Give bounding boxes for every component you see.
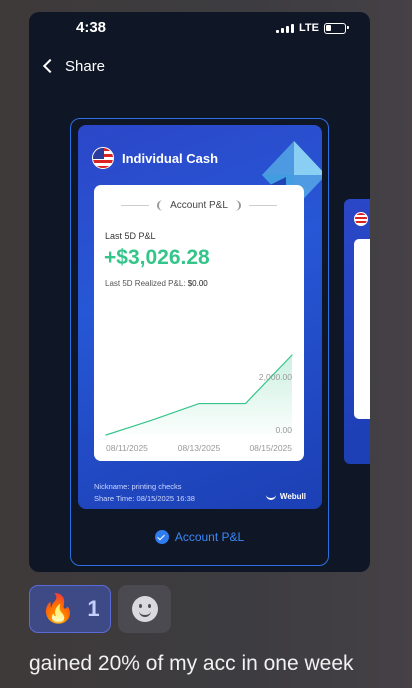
- nickname: Nickname: printing checks: [94, 482, 182, 491]
- pnl-card-preview: [354, 239, 370, 419]
- realized-label: Last 5D Realized P&L:: [105, 279, 186, 288]
- card-footer: Nickname: printing checks Share Time: 08…: [94, 481, 195, 505]
- chart-point: [244, 402, 247, 405]
- us-flag-icon: [92, 147, 114, 169]
- add-reaction-button[interactable]: [118, 585, 171, 633]
- chevron-left-icon[interactable]: [42, 58, 58, 74]
- badge-label: Account P&L: [170, 200, 228, 211]
- screenshot-image[interactable]: 4:38 LTE Share Individual Cash ❨ Account…: [29, 12, 370, 572]
- x-tick-label: 08/15/2025: [249, 443, 292, 453]
- signal-icon: [276, 23, 295, 33]
- us-flag-icon: [354, 212, 368, 226]
- status-bar: 4:38 LTE: [29, 12, 370, 44]
- chart-point: [105, 434, 107, 436]
- selection-label: Account P&L: [174, 530, 245, 544]
- status-time: 4:38: [76, 19, 107, 36]
- x-tick-label: 08/13/2025: [178, 443, 221, 453]
- brand-logo: Webull: [265, 492, 306, 501]
- battery-icon: [324, 22, 349, 34]
- y-tick-label: 0.00: [275, 425, 292, 435]
- realized-value: $0.00: [187, 279, 208, 288]
- reaction-count: 1: [87, 596, 100, 621]
- pnl-label: Last 5D P&L: [105, 231, 156, 241]
- divider: [120, 205, 149, 206]
- account-title: Individual Cash: [122, 150, 219, 166]
- laurel-left-icon: ❨: [154, 200, 165, 212]
- card-header: Individual Cash: [92, 147, 218, 169]
- nav-bar: Share: [41, 54, 105, 78]
- add-reaction-icon: [131, 596, 158, 622]
- fire-icon: 🔥: [40, 593, 76, 624]
- realized-pnl: Last 5D Realized P&L: $0.00: [105, 279, 208, 288]
- badge-row: ❨ Account P&L ❩: [94, 199, 304, 212]
- page-title: Share: [65, 57, 106, 75]
- next-card-preview[interactable]: [344, 199, 370, 464]
- pnl-chart: 2,000.00 0.00 08/11/2025 08/13/2025 08/15/20…: [105, 354, 293, 453]
- chart-point: [291, 354, 293, 356]
- chart-area: [106, 355, 292, 435]
- share-card[interactable]: Individual Cash ❨ Account P&L ❩ Last 5D …: [78, 125, 322, 509]
- share-time: Share Time: 08/15/2025 16:38: [94, 494, 195, 503]
- status-icons: LTE: [276, 22, 349, 34]
- chart-point: [198, 402, 200, 405]
- brand-name: Webull: [279, 492, 306, 501]
- y-tick-label: 2,000.00: [259, 372, 292, 382]
- pnl-value: +$3,026.28: [104, 246, 210, 269]
- pnl-card: ❨ Account P&L ❩ Last 5D P&L +$3,026.28 L…: [94, 185, 304, 461]
- check-circle-icon: [154, 530, 169, 544]
- chart-point: [151, 419, 154, 421]
- webull-icon: [265, 493, 276, 500]
- network-label: LTE: [299, 22, 319, 34]
- fire-reaction-button[interactable]: 🔥 1: [29, 585, 111, 633]
- laurel-right-icon: ❩: [233, 200, 244, 212]
- x-tick-label: 08/11/2025: [106, 443, 148, 453]
- card-selection[interactable]: Account P&L: [29, 530, 370, 544]
- message-text: gained 20% of my acc in one week: [29, 652, 354, 675]
- divider: [249, 205, 278, 206]
